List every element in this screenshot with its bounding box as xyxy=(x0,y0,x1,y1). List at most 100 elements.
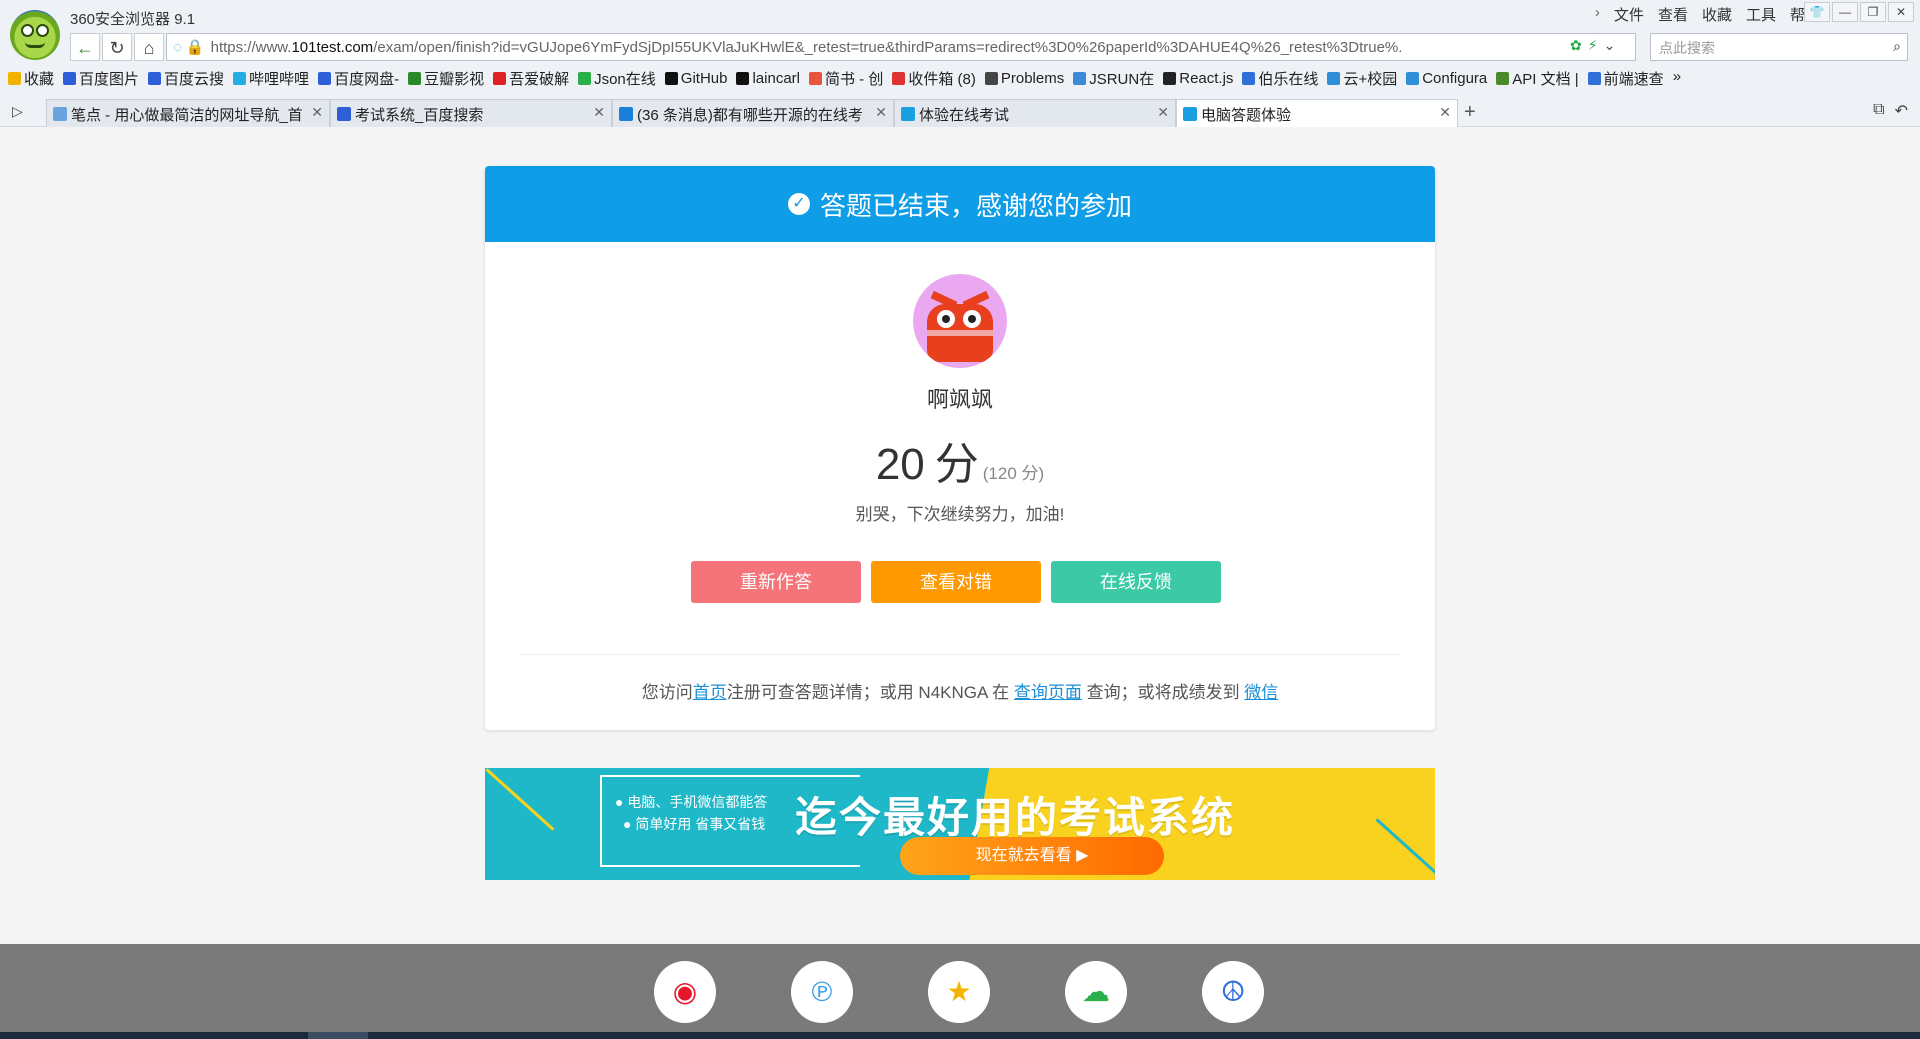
bookmark-item[interactable]: API 文档 | xyxy=(1496,68,1579,89)
bookmark-label: 百度云搜 xyxy=(164,71,225,88)
banner-cta-button[interactable]: 现在就去看看 ▶ xyxy=(900,837,1164,875)
score-total: (120 分) xyxy=(982,464,1045,483)
undo-close-icon[interactable]: ↶ xyxy=(1895,101,1908,121)
bookmark-item[interactable]: GitHub xyxy=(664,68,728,89)
skin-icon[interactable]: 👕 xyxy=(1804,2,1830,22)
bookmark-item[interactable]: 百度网盘- xyxy=(318,68,399,89)
check-icon: ● xyxy=(623,816,632,832)
sidebar-toggle-icon[interactable]: ▷ xyxy=(12,103,23,120)
bookmark-item[interactable]: 伯乐在线 xyxy=(1242,68,1318,89)
minimize-button[interactable]: — xyxy=(1832,2,1858,22)
search-icon[interactable]: ⌕ xyxy=(1893,38,1901,55)
pinterest-icon[interactable]: ℗ xyxy=(791,961,853,1023)
bookmark-label: JSRUN在 xyxy=(1089,71,1155,88)
close-tab-icon[interactable]: ✕ xyxy=(875,104,887,121)
home-link[interactable]: 首页 xyxy=(693,683,727,702)
jsrun-icon xyxy=(1073,72,1087,85)
bookmark-item[interactable]: 收藏 xyxy=(8,68,54,89)
menu-favorites[interactable]: 收藏 xyxy=(1702,4,1732,25)
lock-icon[interactable]: 🔒 xyxy=(186,38,205,56)
bookmark-item[interactable]: 云+校园 xyxy=(1327,68,1397,89)
wechat-icon[interactable]: ☁ xyxy=(1065,961,1127,1023)
bookmark-item[interactable]: Json在线 xyxy=(578,68,656,89)
bookmark-label: 收件箱 (8) xyxy=(908,71,976,88)
baidu-icon xyxy=(63,72,77,85)
search-input[interactable]: 点此搜索 ⌕ xyxy=(1650,33,1908,61)
tab-bidian[interactable]: 笔点 - 用心做最简洁的网址导航_首 ✕ xyxy=(46,99,330,127)
close-tab-icon[interactable]: ✕ xyxy=(1157,104,1169,121)
query-page-link[interactable]: 查询页面 xyxy=(1014,683,1082,702)
bookmark-item[interactable]: JSRUN在 xyxy=(1073,68,1154,89)
close-tab-icon[interactable]: ✕ xyxy=(1439,104,1451,121)
retry-button[interactable]: 重新作答 xyxy=(691,561,861,603)
result-header-text: 答题已结束，感谢您的参加 xyxy=(819,190,1132,221)
url-host: 101test.com xyxy=(291,38,374,56)
tab-zhihu[interactable]: (36 条消息)都有哪些开源的在线考 ✕ xyxy=(612,99,894,127)
tab-list-icon[interactable]: ⧉ xyxy=(1873,101,1884,121)
promo-banner[interactable]: ● 电脑、手机微信都能答 ● 简单好用 省事又省钱 迄今最好用的考试系统 现在就… xyxy=(485,768,1435,880)
tab-online-exam[interactable]: 体验在线考试 ✕ xyxy=(894,99,1176,127)
bookmark-item[interactable]: React.js xyxy=(1163,68,1233,89)
tab-computer-quiz[interactable]: 电脑答题体验 ✕ xyxy=(1176,99,1458,127)
bookmark-item[interactable]: 前端速查 xyxy=(1587,68,1664,89)
bookmark-label: 云+校园 xyxy=(1343,71,1398,88)
taskbar xyxy=(0,1032,1920,1039)
reload-button[interactable]: ↻ xyxy=(102,33,132,61)
bookmark-item[interactable]: 简书 - 创 xyxy=(809,68,883,89)
home-button[interactable]: ⌂ xyxy=(134,33,164,61)
bookmark-label: 哔哩哔哩 xyxy=(249,71,310,88)
navigation-row: ← ↻ ⌂ ◌ 🔒 https://www. 101test.com/exam/o… xyxy=(70,33,1908,61)
react-icon xyxy=(1163,72,1177,85)
bookmark-item[interactable]: 豆瓣影视 xyxy=(408,68,484,89)
bookmark-label: React.js xyxy=(1179,70,1234,87)
bookmark-label: laincarl xyxy=(752,70,800,87)
bookmark-label: 伯乐在线 xyxy=(1258,71,1319,88)
chevron-right-icon[interactable]: › xyxy=(1595,4,1600,25)
browser-chrome: 360安全浏览器 9.1 › 文件 查看 收藏 工具 帮助 👕 — ❐ ✕ ← … xyxy=(0,0,1920,127)
bookmark-item[interactable]: 百度图片 xyxy=(63,68,139,89)
bookmark-item[interactable]: Problems xyxy=(984,68,1064,89)
window-controls: 👕 — ❐ ✕ xyxy=(1804,2,1914,22)
menu-file[interactable]: 文件 xyxy=(1614,4,1644,25)
review-button[interactable]: 查看对错 xyxy=(871,561,1041,603)
problems-icon xyxy=(984,72,998,85)
wechat-link[interactable]: 微信 xyxy=(1244,683,1278,702)
footer-text-1: 您访问 xyxy=(641,683,693,702)
close-tab-icon[interactable]: ✕ xyxy=(593,104,605,121)
frontend-icon xyxy=(1587,72,1601,85)
star-badge-icon[interactable]: ★ xyxy=(928,961,990,1023)
tieba-icon[interactable]: ☮ xyxy=(1202,961,1264,1023)
lightning-icon[interactable]: ⚡ xyxy=(1588,37,1598,54)
maximize-button[interactable]: ❐ xyxy=(1860,2,1886,22)
bookmark-item[interactable]: 吾爱破解 xyxy=(493,68,569,89)
bookmark-item[interactable]: 百度云搜 xyxy=(148,68,224,89)
score: 20 分 (120 分) xyxy=(485,428,1435,492)
bookmark-item[interactable]: Configura xyxy=(1406,68,1487,89)
bookmark-label: 百度网盘- xyxy=(334,71,400,88)
chevron-down-icon[interactable]: ⌄ xyxy=(1604,37,1616,54)
tab-baidu-search[interactable]: 考试系统_百度搜索 ✕ xyxy=(330,99,612,127)
address-bar[interactable]: ◌ 🔒 https://www. 101test.com/exam/open/fi… xyxy=(166,33,1636,61)
bookmark-item[interactable]: 收件箱 (8) xyxy=(892,68,976,89)
speed-mode-icon[interactable]: ✿ xyxy=(1570,37,1582,54)
feedback-button[interactable]: 在线反馈 xyxy=(1051,561,1221,603)
bilibili-icon xyxy=(233,72,247,85)
back-button[interactable]: ← xyxy=(70,33,100,61)
new-tab-button[interactable]: + xyxy=(1464,101,1476,124)
tab-tools: ⧉ ↶ xyxy=(1873,101,1908,121)
cloud-icon xyxy=(318,72,332,85)
weibo-icon[interactable]: ◉ xyxy=(654,961,716,1023)
json-icon xyxy=(578,72,592,85)
close-tab-icon[interactable]: ✕ xyxy=(311,104,323,121)
bookmark-label: GitHub xyxy=(680,70,728,87)
share-footer: ◉ ℗ ★ ☁ ☮ xyxy=(0,944,1920,1032)
bookmark-item[interactable]: laincarl xyxy=(736,68,800,89)
tab-label: 考试系统_百度搜索 xyxy=(355,107,484,124)
more-bookmarks-icon[interactable]: » xyxy=(1673,68,1681,89)
close-window-button[interactable]: ✕ xyxy=(1888,2,1914,22)
menu-view[interactable]: 查看 xyxy=(1658,4,1688,25)
result-footer-text: 您访问首页注册可查答题详情；或用 N4KNGA 在 查询页面 查询；或将成绩发到… xyxy=(485,678,1435,703)
menu-tools[interactable]: 工具 xyxy=(1746,4,1776,25)
bookmark-item[interactable]: 哔哩哔哩 xyxy=(233,68,309,89)
jianshu-icon xyxy=(809,72,822,85)
